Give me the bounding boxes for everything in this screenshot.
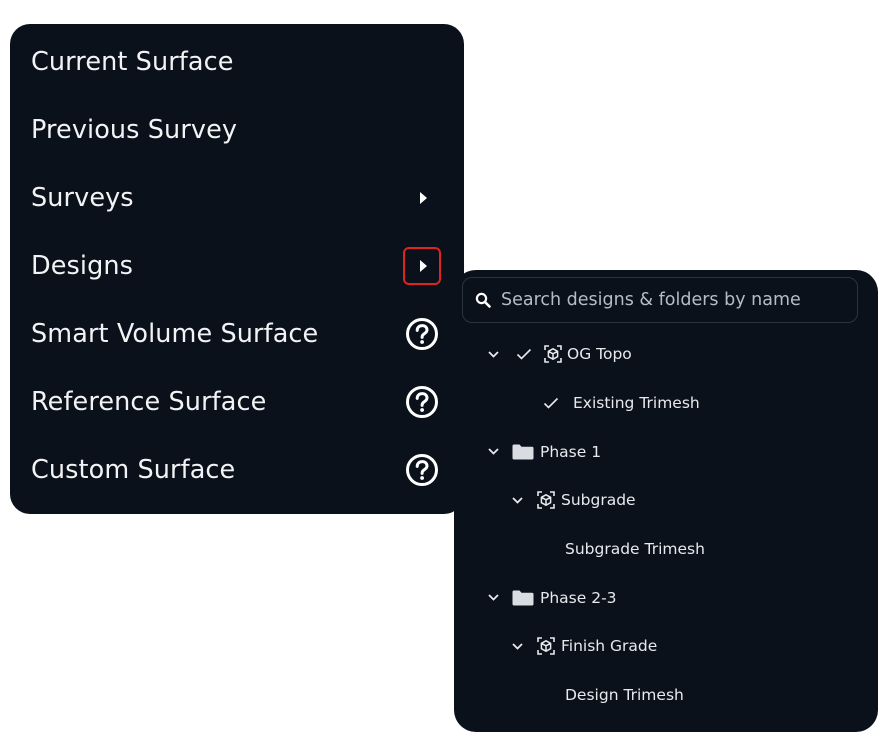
folder-icon [512, 444, 534, 460]
menu-item-custom-surface[interactable]: Custom Surface [10, 436, 464, 504]
menu-item-previous-survey[interactable]: Previous Survey [10, 96, 464, 164]
search-box[interactable] [462, 277, 858, 323]
menu-item-current-surface[interactable]: Current Surface [10, 28, 464, 96]
menu-item-label: Custom Surface [31, 455, 236, 485]
tree-item-label: Subgrade Trimesh [565, 540, 705, 559]
design-tree: OG Topo Existing Trimesh Phase 1 Subgrad… [454, 330, 878, 720]
checkmark-icon[interactable] [543, 397, 559, 409]
folder-icon [512, 590, 534, 606]
highlight-box [403, 247, 441, 285]
design-cube-icon [536, 490, 556, 510]
menu-item-label: Designs [31, 251, 134, 281]
submenu-arrow-highlighted[interactable] [402, 246, 442, 286]
tree-item-label: OG Topo [567, 345, 632, 364]
tree-item-label: Subgrade [561, 491, 636, 510]
tree-item-og-topo[interactable]: OG Topo [454, 330, 878, 379]
tree-item-phase-1[interactable]: Phase 1 [454, 427, 878, 476]
tree-item-finish-grade[interactable]: Finish Grade [454, 622, 878, 671]
menu-item-label: Reference Surface [31, 387, 267, 417]
screen: Current Surface Previous Survey Surveys … [0, 0, 893, 750]
menu-item-smart-volume-surface[interactable]: Smart Volume Surface [10, 300, 464, 368]
tree-item-design-trimesh[interactable]: Design Trimesh [454, 671, 878, 720]
tree-item-label: Existing Trimesh [573, 394, 700, 413]
tree-item-label: Design Trimesh [565, 686, 684, 705]
search-icon [475, 292, 491, 308]
designs-panel: OG Topo Existing Trimesh Phase 1 [454, 270, 878, 732]
tree-item-label: Finish Grade [561, 637, 658, 656]
menu-item-label: Smart Volume Surface [31, 319, 319, 349]
menu-item-reference-surface[interactable]: Reference Surface [10, 368, 464, 436]
chevron-down-icon[interactable] [510, 495, 524, 505]
design-cube-icon [543, 344, 563, 364]
tree-item-label: Phase 2-3 [540, 588, 617, 607]
tree-item-existing-trimesh[interactable]: Existing Trimesh [454, 379, 878, 428]
help-circle-icon[interactable] [402, 450, 442, 490]
chevron-down-icon[interactable] [486, 593, 500, 603]
tree-item-label: Phase 1 [540, 442, 602, 461]
tree-item-subgrade[interactable]: Subgrade [454, 476, 878, 525]
checkmark-icon[interactable] [516, 348, 532, 360]
menu-item-designs[interactable]: Designs [10, 232, 464, 300]
search-input[interactable] [501, 290, 831, 310]
surface-menu: Current Surface Previous Survey Surveys … [10, 24, 464, 514]
menu-item-label: Current Surface [31, 47, 234, 77]
menu-item-surveys[interactable]: Surveys [10, 164, 464, 232]
help-circle-icon[interactable] [402, 314, 442, 354]
submenu-arrow[interactable] [402, 178, 442, 218]
menu-item-label: Previous Survey [31, 115, 238, 145]
menu-item-label: Surveys [31, 183, 134, 213]
help-circle-icon[interactable] [402, 382, 442, 422]
chevron-down-icon[interactable] [510, 641, 524, 651]
design-cube-icon [536, 636, 556, 656]
chevron-down-icon[interactable] [486, 447, 500, 457]
tree-item-phase-2-3[interactable]: Phase 2-3 [454, 573, 878, 622]
caret-right-icon [420, 192, 427, 204]
caret-right-icon [420, 260, 427, 272]
tree-item-subgrade-trimesh[interactable]: Subgrade Trimesh [454, 525, 878, 574]
chevron-down-icon[interactable] [486, 349, 500, 359]
